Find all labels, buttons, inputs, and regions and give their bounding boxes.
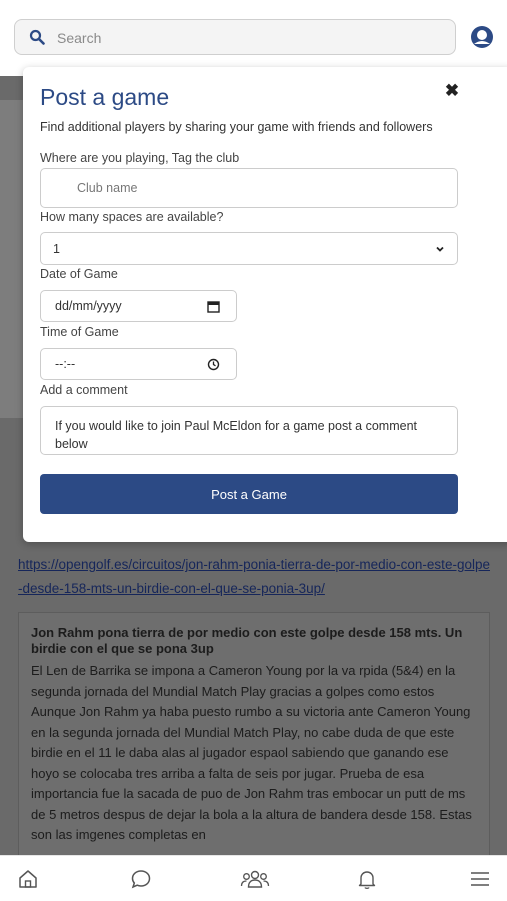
date-label: Date of Game — [40, 267, 118, 281]
group-icon[interactable] — [240, 868, 270, 890]
close-icon[interactable]: ✖ — [442, 81, 462, 101]
link-preview-card[interactable]: Jon Rahm pona tierra de por medio con es… — [18, 612, 490, 872]
spaces-select[interactable]: 1 — [40, 232, 458, 265]
comment-textarea[interactable]: If you would like to join Paul McEldon f… — [40, 406, 458, 455]
top-bar — [0, 0, 507, 76]
post-game-modal: Post a game ✖ Find additional players by… — [23, 67, 507, 542]
calendar-icon[interactable] — [207, 300, 220, 313]
time-value: --:-- — [55, 357, 76, 371]
post-game-button[interactable]: Post a Game — [40, 474, 458, 514]
chat-icon[interactable] — [130, 868, 152, 890]
club-label: Where are you playing, Tag the club — [40, 151, 240, 165]
comment-label: Add a comment — [40, 383, 128, 397]
avatar[interactable] — [470, 25, 494, 49]
modal-title: Post a game — [40, 84, 170, 110]
home-icon[interactable] — [17, 868, 39, 890]
search-icon — [29, 29, 45, 45]
post-link[interactable]: https://opengolf.es/circuitos/jon-rahm-p… — [18, 553, 493, 601]
link-preview-body: El Len de Barrika se impona a Cameron Yo… — [31, 663, 472, 842]
link-preview-title: Jon Rahm pona tierra de por medio con es… — [31, 625, 463, 656]
spaces-value: 1 — [53, 241, 60, 256]
menu-icon[interactable] — [469, 868, 491, 890]
clock-icon[interactable] — [207, 358, 220, 371]
time-label: Time of Game — [40, 325, 119, 339]
bell-icon[interactable] — [356, 868, 378, 890]
bottom-nav — [0, 855, 507, 901]
time-input[interactable]: --:-- — [40, 348, 237, 380]
search-bar[interactable] — [14, 19, 456, 56]
date-value: dd/mm/yyyy — [55, 299, 122, 313]
chevron-down-icon — [436, 246, 444, 252]
modal-subtitle: Find additional players by sharing your … — [40, 120, 433, 134]
search-input[interactable] — [55, 20, 439, 56]
spaces-label: How many spaces are available? — [40, 210, 224, 224]
club-name-input[interactable] — [40, 168, 458, 208]
date-input[interactable]: dd/mm/yyyy — [40, 290, 237, 322]
